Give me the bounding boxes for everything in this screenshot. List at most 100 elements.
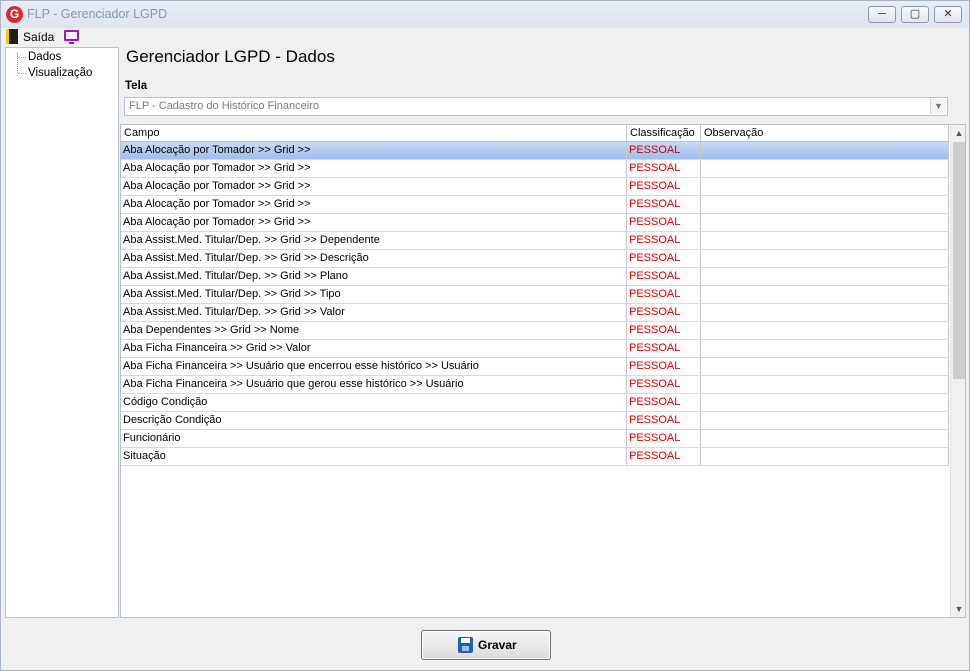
tree-item-visualizacao[interactable]: Visualização — [28, 67, 92, 79]
lgpd-data-grid: Campo Classificação Observação Aba Aloca… — [120, 124, 966, 618]
tree-item-dados[interactable]: Dados — [28, 51, 61, 63]
cell-campo[interactable]: Aba Alocação por Tomador >> Grid >> — [121, 196, 627, 213]
table-row[interactable]: Aba Alocação por Tomador >> Grid >> PESSO… — [121, 178, 949, 196]
cell-campo[interactable]: Código Condição — [121, 394, 627, 411]
table-row[interactable]: Aba Alocação por Tomador >> Grid >> PESSO… — [121, 214, 949, 232]
table-row[interactable]: Aba Assist.Med. Titular/Dep. >> Grid >> … — [121, 250, 949, 268]
close-button[interactable]: ✕ — [934, 6, 962, 23]
chevron-up-icon[interactable]: ▲ — [951, 125, 965, 141]
cell-classificacao[interactable]: PESSOAL — [627, 394, 701, 411]
menu-bar: Saída — [1, 28, 969, 46]
cell-campo[interactable]: Aba Ficha Financeira >> Grid >> Valor — [121, 340, 627, 357]
cell-classificacao[interactable]: PESSOAL — [627, 304, 701, 321]
cell-campo[interactable]: Aba Alocação por Tomador >> Grid >> — [121, 214, 627, 231]
save-button[interactable]: Gravar — [421, 630, 551, 660]
cell-campo[interactable]: Aba Assist.Med. Titular/Dep. >> Grid >> … — [121, 304, 627, 321]
table-row[interactable]: Aba Ficha Financeira >> Grid >> Valor PES… — [121, 340, 949, 358]
cell-classificacao[interactable]: PESSOAL — [627, 322, 701, 339]
cell-observacao[interactable] — [701, 448, 949, 465]
chevron-down-icon[interactable]: ▼ — [951, 601, 965, 617]
cell-observacao[interactable] — [701, 412, 949, 429]
navigation-tree: Dados Visualização — [5, 47, 119, 618]
app-logo-icon: G — [6, 6, 23, 23]
table-row[interactable]: Situação PESSOAL — [121, 448, 949, 466]
exit-menu-item[interactable]: Saída — [23, 30, 54, 44]
cell-observacao[interactable] — [701, 286, 949, 303]
column-header-classificacao[interactable]: Classificação — [627, 125, 701, 141]
cell-observacao[interactable] — [701, 322, 949, 339]
cell-classificacao[interactable]: PESSOAL — [627, 268, 701, 285]
grid-rows: Aba Alocação por Tomador >> Grid >> PESSO… — [121, 142, 949, 466]
cell-observacao[interactable] — [701, 232, 949, 249]
column-header-campo[interactable]: Campo — [121, 125, 627, 141]
cell-observacao[interactable] — [701, 160, 949, 177]
cell-classificacao[interactable]: PESSOAL — [627, 214, 701, 231]
cell-observacao[interactable] — [701, 196, 949, 213]
cell-classificacao[interactable]: PESSOAL — [627, 286, 701, 303]
table-row[interactable]: Aba Assist.Med. Titular/Dep. >> Grid >> … — [121, 286, 949, 304]
minimize-button[interactable]: ─ — [868, 6, 896, 23]
cell-campo[interactable]: Aba Assist.Med. Titular/Dep. >> Grid >> … — [121, 268, 627, 285]
cell-observacao[interactable] — [701, 304, 949, 321]
floppy-disk-icon — [458, 637, 473, 653]
table-row[interactable]: Aba Ficha Financeira >> Usuário que ence… — [121, 358, 949, 376]
main-window: G FLP - Gerenciador LGPD ─ ▢ ✕ Saída Dad… — [0, 0, 970, 671]
cell-campo[interactable]: Aba Assist.Med. Titular/Dep. >> Grid >> … — [121, 286, 627, 303]
cell-classificacao[interactable]: PESSOAL — [627, 412, 701, 429]
cell-observacao[interactable] — [701, 358, 949, 375]
tela-select[interactable]: FLP - Cadastro do Histórico Financeiro ▼ — [124, 97, 948, 116]
cell-classificacao[interactable]: PESSOAL — [627, 250, 701, 267]
cell-classificacao[interactable]: PESSOAL — [627, 340, 701, 357]
table-row[interactable]: Aba Ficha Financeira >> Usuário que gero… — [121, 376, 949, 394]
cell-observacao[interactable] — [701, 250, 949, 267]
cell-observacao[interactable] — [701, 142, 949, 159]
cell-campo[interactable]: Aba Alocação por Tomador >> Grid >> — [121, 160, 627, 177]
cell-classificacao[interactable]: PESSOAL — [627, 142, 701, 159]
cell-classificacao[interactable]: PESSOAL — [627, 178, 701, 195]
cell-observacao[interactable] — [701, 430, 949, 447]
table-row[interactable]: Aba Assist.Med. Titular/Dep. >> Grid >> … — [121, 304, 949, 322]
table-row[interactable]: Aba Dependentes >> Grid >> Nome PESSOAL — [121, 322, 949, 340]
cell-campo[interactable]: Aba Alocação por Tomador >> Grid >> — [121, 178, 627, 195]
table-row[interactable]: Funcionário PESSOAL — [121, 430, 949, 448]
cell-classificacao[interactable]: PESSOAL — [627, 376, 701, 393]
tree-connector — [18, 57, 26, 58]
cell-campo[interactable]: Aba Alocação por Tomador >> Grid >> — [121, 142, 627, 159]
cell-observacao[interactable] — [701, 268, 949, 285]
cell-observacao[interactable] — [701, 214, 949, 231]
cell-observacao[interactable] — [701, 178, 949, 195]
scroll-thumb[interactable] — [953, 142, 965, 379]
title-bar[interactable]: G FLP - Gerenciador LGPD ─ ▢ ✕ — [1, 1, 969, 28]
cell-campo[interactable]: Situação — [121, 448, 627, 465]
table-row[interactable]: Descrição Condição PESSOAL — [121, 412, 949, 430]
table-row[interactable]: Aba Assist.Med. Titular/Dep. >> Grid >> … — [121, 232, 949, 250]
cell-campo[interactable]: Aba Ficha Financeira >> Usuário que ence… — [121, 358, 627, 375]
monitor-icon[interactable] — [64, 30, 79, 44]
exit-door-icon[interactable] — [6, 29, 18, 44]
cell-classificacao[interactable]: PESSOAL — [627, 160, 701, 177]
table-row[interactable]: Aba Alocação por Tomador >> Grid >> PESSO… — [121, 196, 949, 214]
table-row[interactable]: Aba Alocação por Tomador >> Grid >> PESSO… — [121, 160, 949, 178]
maximize-button[interactable]: ▢ — [901, 6, 929, 23]
cell-campo[interactable]: Aba Assist.Med. Titular/Dep. >> Grid >> … — [121, 232, 627, 249]
chevron-down-icon[interactable]: ▼ — [930, 99, 946, 114]
table-row[interactable]: Código Condição PESSOAL — [121, 394, 949, 412]
cell-observacao[interactable] — [701, 376, 949, 393]
cell-campo[interactable]: Aba Dependentes >> Grid >> Nome — [121, 322, 627, 339]
cell-campo[interactable]: Aba Ficha Financeira >> Usuário que gero… — [121, 376, 627, 393]
save-button-label: Gravar — [478, 638, 517, 652]
cell-classificacao[interactable]: PESSOAL — [627, 196, 701, 213]
vertical-scrollbar[interactable]: ▲ ▼ — [950, 125, 965, 617]
cell-campo[interactable]: Funcionário — [121, 430, 627, 447]
table-row[interactable]: Aba Alocação por Tomador >> Grid >> PESSO… — [121, 142, 949, 160]
cell-classificacao[interactable]: PESSOAL — [627, 232, 701, 249]
cell-campo[interactable]: Aba Assist.Med. Titular/Dep. >> Grid >> … — [121, 250, 627, 267]
table-row[interactable]: Aba Assist.Med. Titular/Dep. >> Grid >> … — [121, 268, 949, 286]
cell-classificacao[interactable]: PESSOAL — [627, 448, 701, 465]
cell-classificacao[interactable]: PESSOAL — [627, 430, 701, 447]
cell-observacao[interactable] — [701, 394, 949, 411]
cell-observacao[interactable] — [701, 340, 949, 357]
cell-classificacao[interactable]: PESSOAL — [627, 358, 701, 375]
column-header-observacao[interactable]: Observação — [701, 125, 949, 141]
cell-campo[interactable]: Descrição Condição — [121, 412, 627, 429]
